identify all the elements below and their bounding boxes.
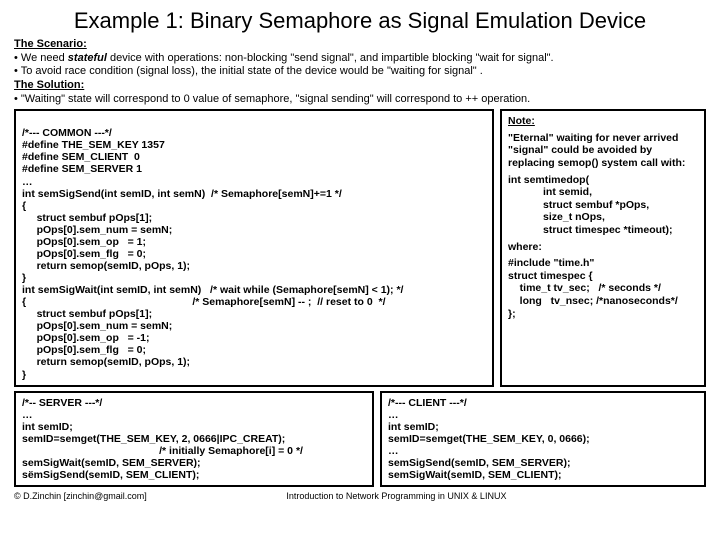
solution-header: The Solution: — [14, 79, 706, 92]
bottom-row: /*-- SERVER ---*/ … int semID; semID=sem… — [14, 391, 706, 487]
note-paragraph: "Eternal" waiting for never arrived "sig… — [508, 132, 685, 169]
scenario-line-1: • We need stateful device with operation… — [14, 52, 706, 65]
server-code-box: /*-- SERVER ---*/ … int semID; semID=sem… — [14, 391, 374, 487]
note-where: where: — [508, 241, 542, 253]
note-header: Note: — [508, 115, 535, 127]
note-code-1: int semtimedop( int semid, struct sembuf… — [508, 174, 673, 236]
page-title: Example 1: Binary Semaphore as Signal Em… — [14, 8, 706, 34]
footer: © D.Zinchin [zinchin@gmail.com] Introduc… — [14, 491, 706, 501]
client-code-box: /*--- CLIENT ---*/ … int semID; semID=se… — [380, 391, 706, 487]
common-code: /*--- COMMON ---*/ #define THE_SEM_KEY 1… — [22, 127, 342, 284]
intro-block: The Scenario: • We need stateful device … — [14, 38, 706, 105]
footer-copyright: © D.Zinchin [zinchin@gmail.com] — [14, 491, 147, 501]
scenario-line-2: • To avoid race condition (signal loss),… — [14, 65, 706, 78]
scenario-header: The Scenario: — [14, 38, 706, 51]
note-code-2: #include "time.h" struct timespec { time… — [508, 257, 678, 319]
common-code-box: /*--- COMMON ---*/ #define THE_SEM_KEY 1… — [14, 109, 494, 386]
footer-title: Introduction to Network Programming in U… — [147, 491, 646, 501]
solution-line-1: • "Waiting" state will correspond to 0 v… — [14, 93, 706, 106]
note-box: Note: "Eternal" waiting for never arrive… — [500, 109, 706, 386]
top-row: /*--- COMMON ---*/ #define THE_SEM_KEY 1… — [14, 109, 706, 386]
wait-code: int semSigWait(int semID, int semN) /* w… — [22, 284, 403, 380]
